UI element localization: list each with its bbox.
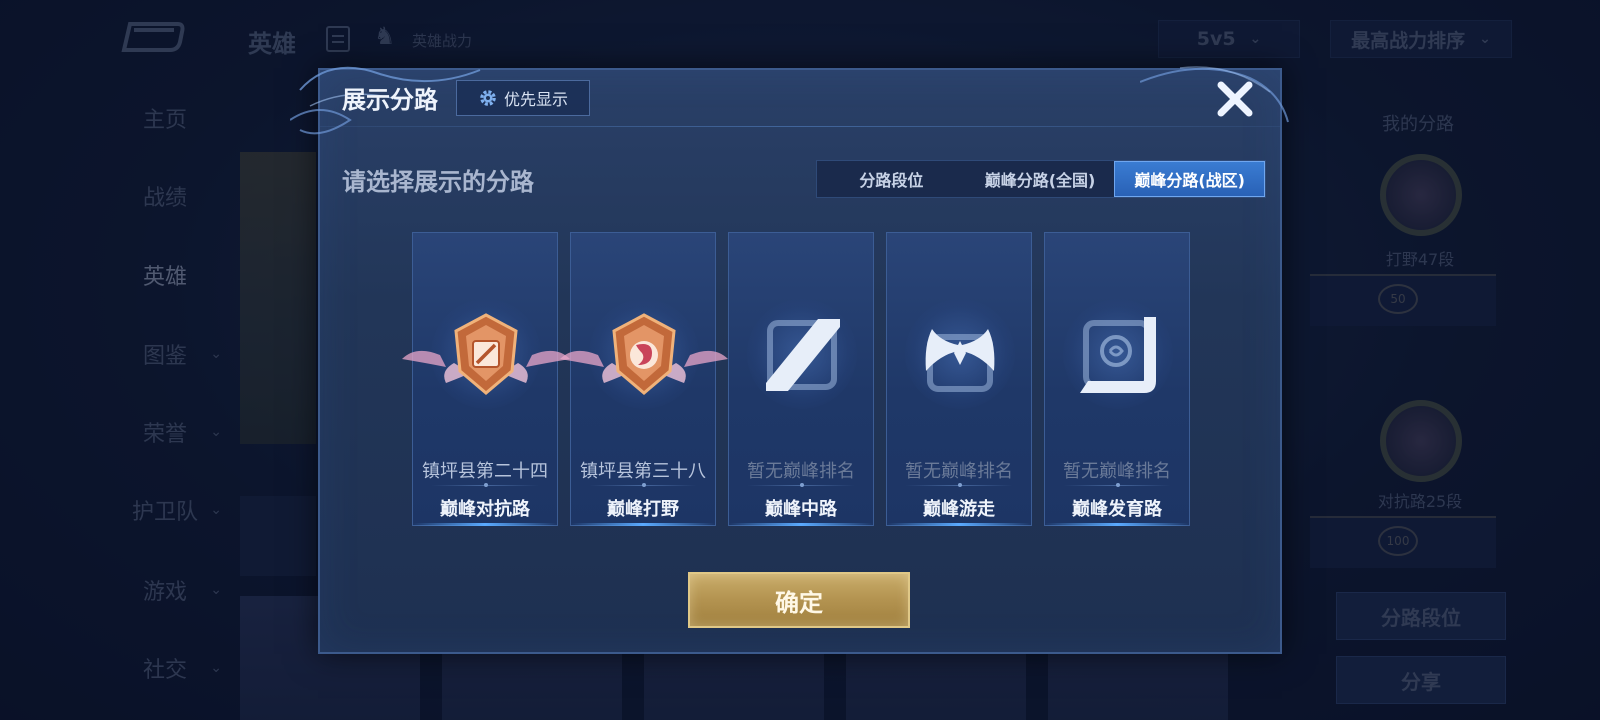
- lane-display-dialog: 展示分路 优先显示 请选择展示的分路 分路段位 巅峰分路(全国) 巅峰分路(战区…: [290, 66, 1289, 654]
- lane-card-mid[interactable]: 暂无巅峰排名 巅峰中路: [728, 232, 874, 526]
- lane-name: 巅峰发育路: [1072, 499, 1162, 520]
- tab-lane-rank[interactable]: 分路段位: [817, 161, 966, 197]
- lane-name: 巅峰打野: [607, 499, 679, 520]
- lane-divider-dot: [484, 483, 488, 487]
- lane-card-jungle[interactable]: 镇坪县第三十八 巅峰打野: [560, 232, 728, 526]
- farm-lane-icon: [1080, 317, 1156, 393]
- lane-rank-text: 暂无巅峰排名: [747, 461, 855, 482]
- lane-name: 巅峰对抗路: [440, 499, 530, 520]
- lane-options: 镇坪县第二十四 巅峰对抗路 镇坪县第三十八 巅峰打野 暂无巅峰排名 巅峰中路 暂…: [402, 232, 1190, 526]
- roam-wings-icon: [925, 329, 995, 392]
- priority-display-button[interactable]: 优先显示: [456, 80, 590, 116]
- lane-divider-dot: [958, 483, 962, 487]
- dialog-title: 展示分路: [342, 86, 438, 114]
- lane-rank-text: 镇坪县第二十四: [422, 461, 548, 482]
- lane-name: 巅峰中路: [765, 499, 837, 520]
- lane-card-clash[interactable]: 镇坪县第二十四 巅峰对抗路: [402, 232, 570, 526]
- lane-divider-dot: [800, 483, 804, 487]
- lane-divider-dot: [642, 483, 646, 487]
- lane-name: 巅峰游走: [923, 499, 995, 520]
- lane-rank-text: 镇坪县第三十八: [580, 461, 706, 482]
- confirm-button[interactable]: 确定: [688, 572, 910, 628]
- select-lane-prompt: 请选择展示的分路: [342, 168, 534, 196]
- lane-divider-dot: [1116, 483, 1120, 487]
- lane-tabs: 分路段位 巅峰分路(全国) 巅峰分路(战区): [816, 160, 1266, 198]
- header-divider: [320, 126, 1280, 127]
- jungle-medal-icon: [560, 313, 728, 395]
- lane-rank-text: 暂无巅峰排名: [1063, 461, 1171, 482]
- clash-lane-medal-icon: [402, 313, 570, 395]
- gear-icon: [480, 90, 496, 106]
- close-icon[interactable]: [1214, 78, 1256, 120]
- lane-rank-text: 暂无巅峰排名: [905, 461, 1013, 482]
- lane-card-roam[interactable]: 暂无巅峰排名 巅峰游走: [886, 232, 1032, 526]
- lane-card-farm[interactable]: 暂无巅峰排名 巅峰发育路: [1044, 232, 1190, 526]
- tab-peak-region[interactable]: 巅峰分路(战区): [1114, 161, 1266, 197]
- priority-display-label: 优先显示: [503, 90, 568, 109]
- mid-lane-icon: [766, 319, 840, 391]
- tab-peak-national[interactable]: 巅峰分路(全国): [966, 161, 1115, 197]
